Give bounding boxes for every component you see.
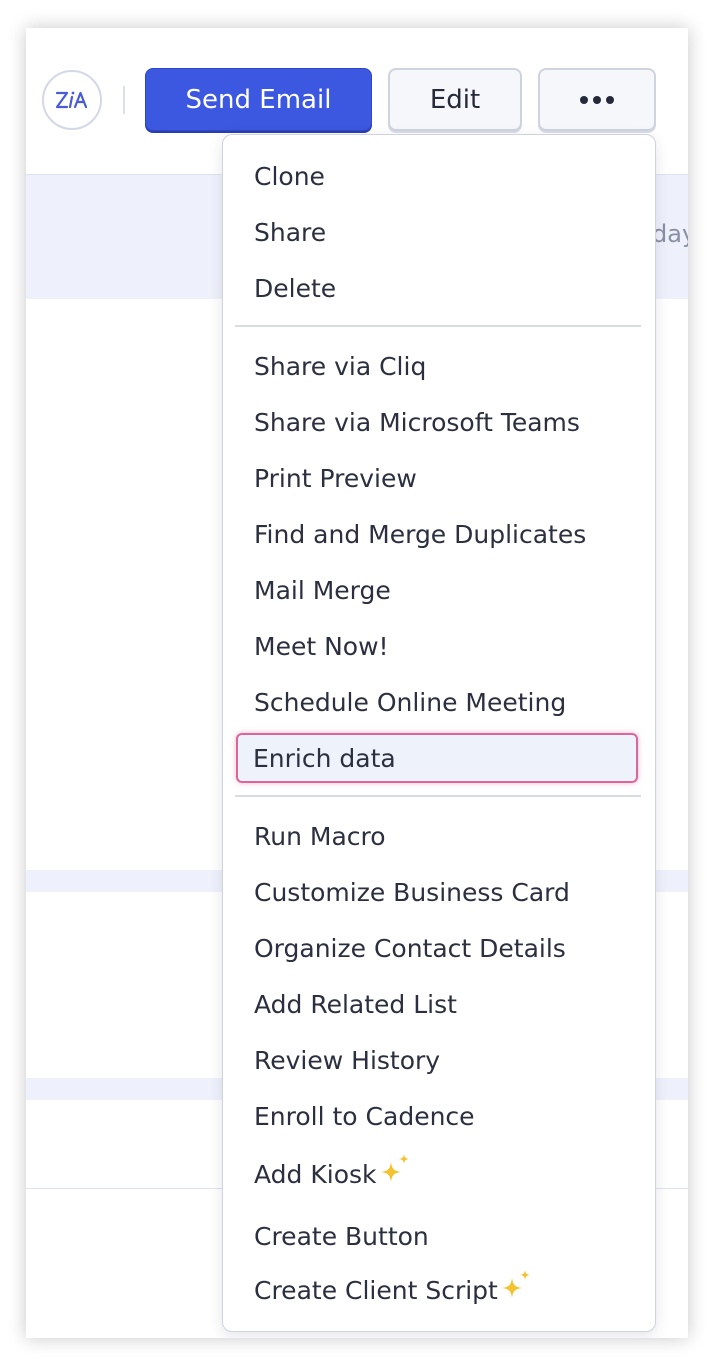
menu-item-enrich-data[interactable]: Enrich data [236, 733, 638, 783]
menu-item-create-client-script[interactable]: Create Client Script [236, 1269, 638, 1311]
menu-item-find-merge-duplicates[interactable]: Find and Merge Duplicates [236, 513, 638, 555]
edit-button[interactable]: Edit [388, 68, 522, 131]
more-actions-menu: Clone Share Delete Share via Cliq Share … [222, 134, 656, 1332]
toolbar-divider [123, 86, 125, 114]
menu-item-print-preview[interactable]: Print Preview [236, 457, 638, 499]
background-partial-text: day [652, 220, 688, 248]
menu-item-add-kiosk[interactable]: Add Kiosk [236, 1153, 638, 1195]
menu-item-label: Create Client Script [254, 1275, 498, 1305]
menu-item-share-via-teams[interactable]: Share via Microsoft Teams [236, 401, 638, 443]
menu-item-mail-merge[interactable]: Mail Merge [236, 569, 638, 611]
more-actions-button[interactable] [538, 68, 656, 131]
record-window: day Send Email Edit Clone Share Delete S… [26, 28, 688, 1338]
menu-item-share[interactable]: Share [236, 211, 638, 253]
menu-item-clone[interactable]: Clone [236, 155, 638, 197]
menu-item-label: Add Kiosk [254, 1159, 377, 1189]
menu-item-organize-contact-details[interactable]: Organize Contact Details [236, 927, 638, 969]
more-horizontal-icon [580, 95, 614, 104]
menu-item-create-button[interactable]: Create Button [236, 1215, 638, 1257]
menu-item-run-macro[interactable]: Run Macro [236, 815, 638, 857]
menu-separator [235, 325, 641, 327]
menu-item-customize-business-card[interactable]: Customize Business Card [236, 871, 638, 913]
menu-separator [235, 795, 641, 797]
menu-item-add-related-list[interactable]: Add Related List [236, 983, 638, 1025]
menu-item-enroll-to-cadence[interactable]: Enroll to Cadence [236, 1095, 638, 1137]
menu-item-schedule-online-meeting[interactable]: Schedule Online Meeting [236, 681, 638, 723]
sparkle-icon [501, 1270, 530, 1298]
send-email-button[interactable]: Send Email [145, 68, 372, 131]
sparkle-icon [380, 1154, 409, 1182]
menu-item-review-history[interactable]: Review History [236, 1039, 638, 1081]
zia-button[interactable] [42, 70, 102, 130]
zia-icon [55, 91, 88, 109]
menu-item-share-via-cliq[interactable]: Share via Cliq [236, 345, 638, 387]
menu-item-meet-now[interactable]: Meet Now! [236, 625, 638, 667]
menu-item-delete[interactable]: Delete [236, 267, 638, 309]
